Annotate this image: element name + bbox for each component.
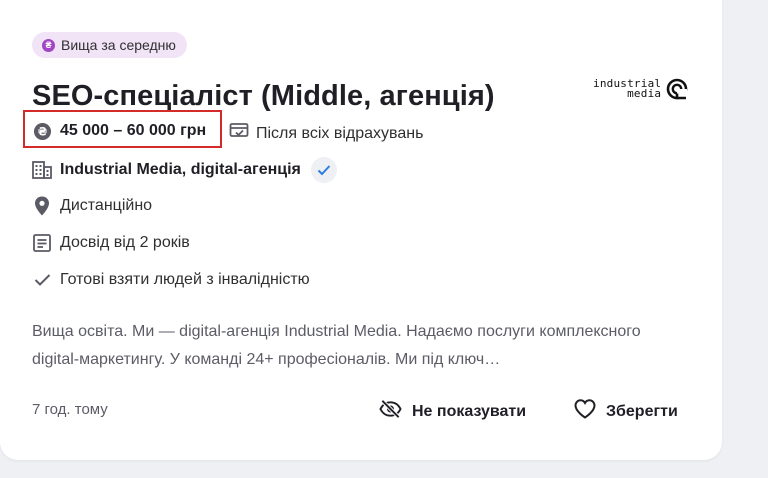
vacancy-description: Вища освіта. Ми — digital-агенція Indust… bbox=[32, 323, 641, 368]
location-label: Дистанційно bbox=[60, 197, 153, 214]
verified-icon bbox=[310, 157, 337, 183]
hide-button[interactable]: Не показувати bbox=[379, 399, 526, 424]
building-icon bbox=[32, 160, 52, 180]
save-button[interactable]: Зберегти bbox=[574, 399, 678, 424]
checkmark-icon bbox=[32, 270, 52, 290]
logo-mark-icon bbox=[666, 78, 688, 100]
company-logo-text: industrial media bbox=[593, 77, 662, 100]
badge-label: Вища за середню bbox=[61, 37, 176, 53]
posted-time: 7 год. тому bbox=[32, 401, 108, 418]
vacancy-card[interactable] bbox=[0, 0, 722, 460]
company-name[interactable]: Industrial Media, digital-агенція bbox=[60, 161, 301, 179]
vacancy-title[interactable]: SEO-спеціаліст (Middle, агенція) bbox=[32, 80, 495, 113]
save-button-label: Зберегти bbox=[606, 402, 678, 420]
salary-note: Після всіх відрахувань bbox=[229, 122, 423, 145]
company-logo: industrial media bbox=[593, 77, 689, 101]
eye-slash-icon bbox=[379, 399, 402, 424]
coin-icon: ₴ bbox=[42, 38, 55, 52]
location-row: Дистанційно bbox=[32, 196, 152, 216]
salary-note-label: Після всіх відрахувань bbox=[256, 124, 424, 142]
resume-icon bbox=[32, 233, 52, 253]
hide-button-label: Не показувати bbox=[412, 402, 527, 420]
card-check-icon bbox=[229, 122, 249, 145]
salary-row: ₴ 45 000 – 60 000 грн bbox=[32, 121, 206, 141]
hryvnia-coin-icon: ₴ bbox=[32, 121, 52, 141]
inclusion-row: Готові взяти людей з інвалідністю bbox=[32, 270, 310, 290]
heart-icon bbox=[574, 399, 596, 424]
location-pin-icon bbox=[32, 196, 52, 216]
svg-text:₴: ₴ bbox=[37, 124, 47, 138]
experience-label: Досвід від 2 років bbox=[60, 234, 190, 251]
inclusion-label: Готові взяти людей з інвалідністю bbox=[60, 271, 310, 288]
experience-row: Досвід від 2 років bbox=[32, 233, 190, 253]
salary-value: 45 000 – 60 000 грн bbox=[60, 122, 207, 139]
company-row: Industrial Media, digital-агенція bbox=[32, 157, 337, 183]
above-average-badge: ₴ Вища за середню bbox=[32, 32, 187, 58]
